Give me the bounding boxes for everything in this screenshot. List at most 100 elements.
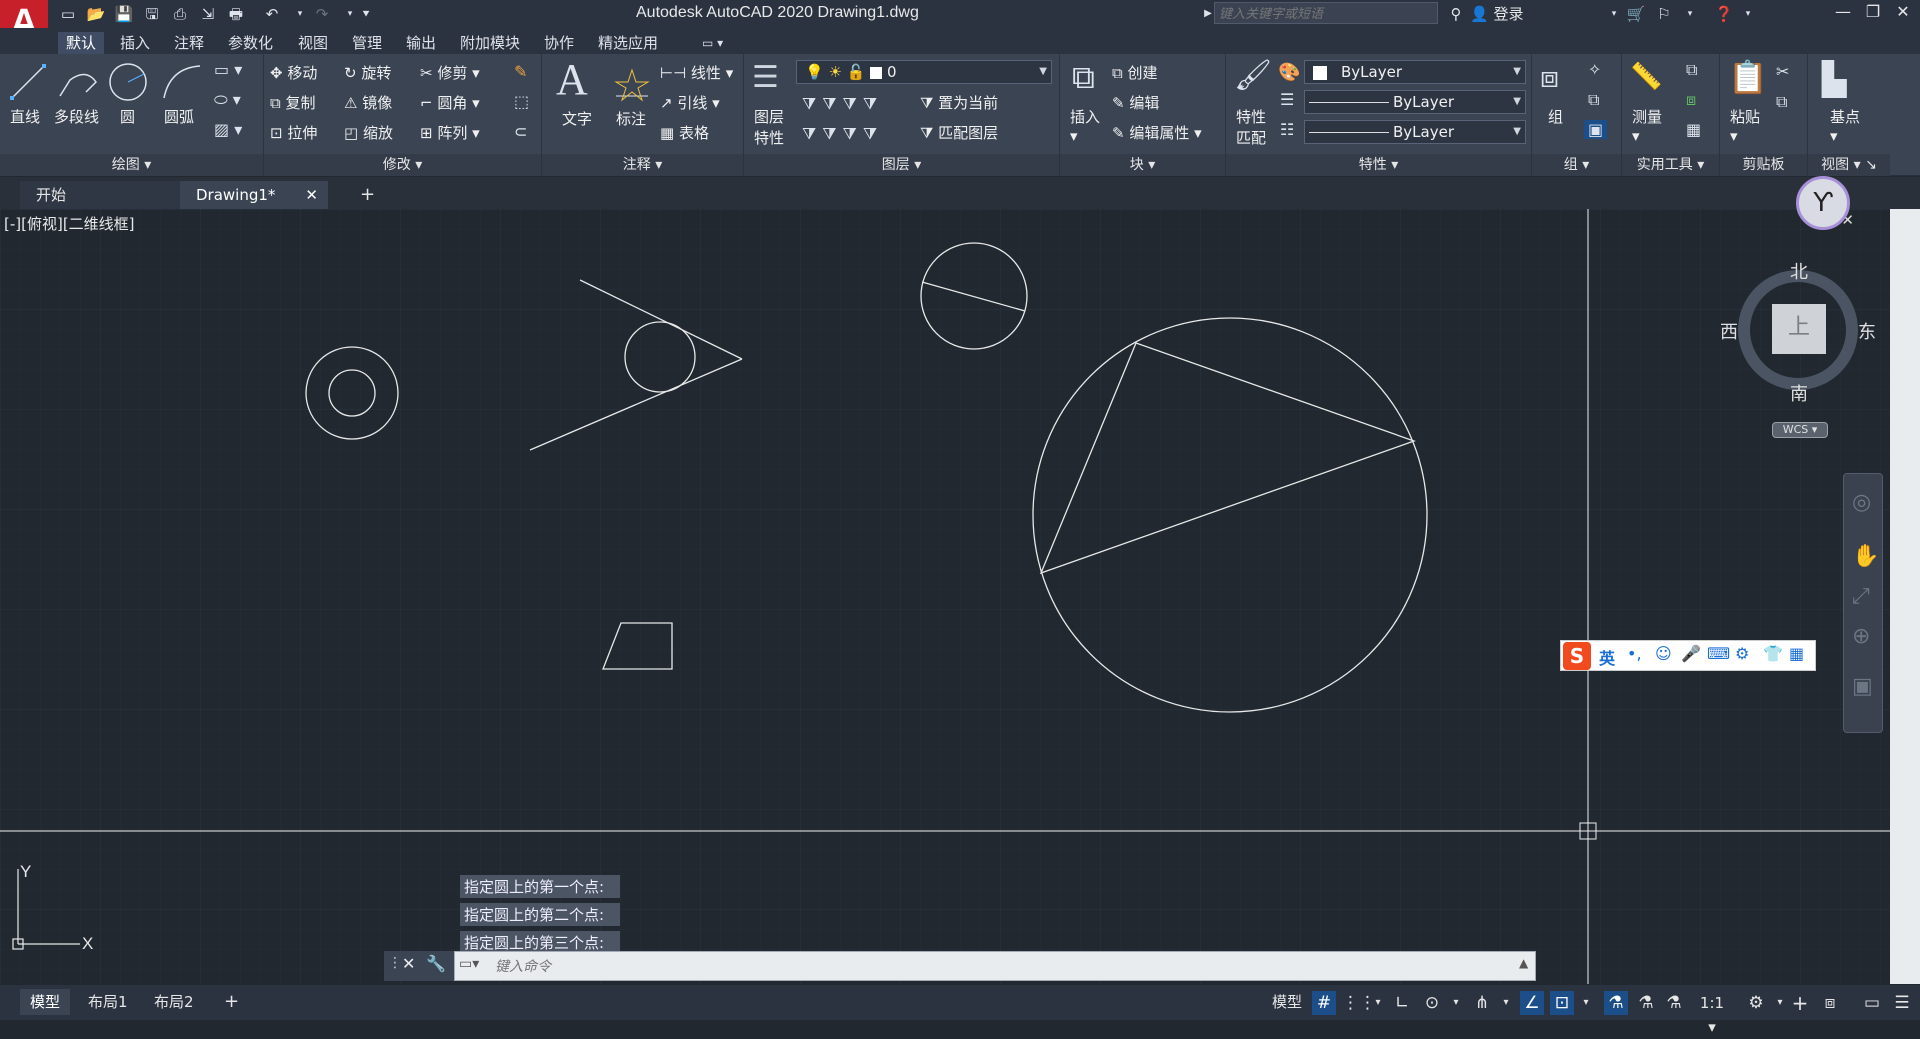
dimension-button[interactable]: 标注 (616, 108, 646, 129)
leader-button[interactable]: ↗ 引线 ▾ (660, 92, 720, 113)
ungroup-icon[interactable]: ✧ (1588, 60, 1601, 79)
login-dropdown-icon[interactable]: ▾ (1604, 4, 1624, 24)
object-snap-icon[interactable]: ⊡ (1550, 991, 1574, 1015)
table-button[interactable]: ▦ 表格 (660, 122, 709, 143)
offset-icon[interactable]: ⊂ (514, 122, 527, 141)
units-icon[interactable]: ⧈ (1818, 991, 1842, 1015)
layer-tools-row2-icon[interactable]: ⧩⧩⧩⧩ (802, 124, 883, 144)
plot-icon[interactable]: 🖶 (226, 4, 246, 24)
erase-icon[interactable]: ✎ (514, 62, 527, 81)
command-input[interactable] (495, 956, 1395, 978)
grid-display-icon[interactable]: # (1312, 991, 1336, 1015)
layout-tab-layout2[interactable]: 布局2 (144, 989, 204, 1015)
auto-scale-icon[interactable]: ⚗ (1634, 991, 1658, 1015)
stretch-button[interactable]: ⊡ 拉伸 (270, 122, 317, 143)
mirror-button[interactable]: ⚠ 镜像 (344, 92, 392, 113)
snap-mode-icon[interactable]: ⋮⋮ (1342, 991, 1376, 1015)
connect-dropdown-icon[interactable]: ▾ (1680, 4, 1700, 24)
command-prompt-icon[interactable]: ▭▾ (459, 956, 479, 972)
layers-panel-title[interactable]: 图层 ▾ (744, 154, 1059, 176)
annotation-visibility-icon[interactable]: ⚗ (1604, 991, 1628, 1015)
create-block-button[interactable]: ⧉ 创建 (1112, 62, 1158, 83)
polar-dropdown-icon[interactable]: ▾ (1444, 991, 1468, 1015)
viewcube[interactable]: 上 北 南 西 东 WCS ▾ (1720, 258, 1880, 438)
open-folder-icon[interactable]: 📂 (86, 4, 106, 24)
color-select[interactable]: ByLayer ▼ (1304, 60, 1526, 84)
tab-default[interactable]: 默认 (58, 32, 105, 54)
tab-start[interactable]: 开始 (20, 181, 180, 209)
ime-toolbox-icon[interactable]: ⚙ (1735, 644, 1749, 663)
measure-button[interactable]: 测量 ▾ (1632, 106, 1662, 145)
snap-dropdown-icon[interactable]: ▾ (1366, 991, 1390, 1015)
cart-icon[interactable]: 🛒 (1626, 4, 1646, 24)
explode-icon[interactable]: ⬚ (514, 92, 529, 111)
base-view-button[interactable]: 基点 ▾ (1830, 106, 1860, 145)
ime-menu-icon[interactable]: ▦ (1789, 644, 1804, 663)
sogou-logo-icon[interactable]: S (1563, 642, 1591, 670)
zoom-extents-icon[interactable]: ⤢ (1852, 584, 1870, 609)
undo-dropdown-icon[interactable]: ▾ (290, 4, 310, 24)
pan-icon[interactable]: ✋ (1852, 544, 1879, 569)
layer-tools-row1-icon[interactable]: ⧩⧩⧩⧩ (802, 94, 883, 114)
lineweight-select[interactable]: ByLayer ▼ (1304, 120, 1526, 144)
set-current-button[interactable]: ⧩ 置为当前 (920, 92, 998, 113)
cut-icon[interactable]: ✂ (1776, 62, 1789, 81)
redo-icon[interactable]: ↷ (312, 4, 332, 24)
viewport-controls[interactable]: [-][俯视][二维线框] (4, 213, 135, 234)
group-button[interactable]: 组 (1548, 106, 1563, 127)
connect-icon[interactable]: ⚐ (1654, 4, 1674, 24)
arc-button[interactable]: 圆弧 (164, 106, 194, 127)
draw-panel-title[interactable]: 绘图 ▾ (0, 154, 263, 176)
ortho-icon[interactable]: ∟ (1390, 991, 1414, 1015)
edit-attributes-button[interactable]: ✎ 编辑属性 ▾ (1112, 122, 1202, 143)
save-icon[interactable]: 💾 (114, 4, 134, 24)
workspace-gear-icon[interactable]: ⚙ (1744, 991, 1768, 1015)
group-edit-icon[interactable]: ⧉ (1588, 90, 1599, 110)
copy-clip-icon[interactable]: ⧉ (1776, 92, 1787, 112)
command-customize-icon[interactable]: 🔧 (426, 954, 446, 973)
trim-button[interactable]: ✂ 修剪 ▾ (420, 62, 480, 83)
layer-properties-button[interactable]: 图层 特性 (754, 106, 784, 148)
array-button[interactable]: ⊞ 阵列 ▾ (420, 122, 480, 143)
ime-skin-icon[interactable]: 👕 (1763, 644, 1783, 663)
object-snap-tracking-icon[interactable]: ∠ (1520, 991, 1544, 1015)
insert-button[interactable]: 插入 ▾ (1070, 106, 1100, 145)
drawing-canvas[interactable]: Y X [-][俯视][二维线框] ▭ ▫ ✕ (0, 209, 1890, 984)
view-panel-title[interactable]: 视图 ▾ ↘ (1808, 154, 1890, 176)
quick-select-icon[interactable]: ⧉ (1686, 60, 1697, 80)
customize-qat-icon[interactable]: ⯆ (356, 4, 376, 24)
clean-screen-icon[interactable]: ▭ (1860, 991, 1884, 1015)
web-mobile-icon[interactable]: ⎙ (170, 4, 190, 24)
annotation-monitor-icon[interactable]: + (1788, 991, 1812, 1015)
modify-panel-title[interactable]: 修改 ▾ (264, 154, 541, 176)
add-layout-icon[interactable]: + (214, 989, 249, 1015)
groups-panel-title[interactable]: 组 ▾ (1532, 154, 1621, 176)
showmotion-icon[interactable]: ▣ (1852, 674, 1873, 699)
select-all-icon[interactable]: ⧈ (1686, 90, 1696, 110)
move-button[interactable]: ✥ 移动 (270, 62, 317, 83)
minimize-icon[interactable]: — (1830, 2, 1856, 24)
ellipse-icon[interactable]: ⬭ ▾ (214, 90, 241, 110)
properties-panel-title[interactable]: 特性 ▾ (1226, 154, 1531, 176)
compass-east[interactable]: 东 (1858, 318, 1876, 344)
ime-keyboard-icon[interactable]: ⌨ (1707, 644, 1730, 663)
color-wheel-icon[interactable]: 🎨 (1278, 62, 1300, 83)
close-icon[interactable]: ✕ (1890, 2, 1916, 24)
paste-button[interactable]: 粘贴 ▾ (1730, 106, 1760, 145)
ime-language-toggle[interactable]: 英 (1599, 645, 1615, 669)
new-tab-icon[interactable]: + (344, 181, 375, 209)
tab-view[interactable]: 视图 (290, 32, 336, 54)
line-button[interactable]: 直线 (10, 106, 40, 127)
block-panel-title[interactable]: 块 ▾ (1060, 154, 1225, 176)
ime-voice-icon[interactable]: 🎤 (1681, 644, 1701, 663)
login-button[interactable]: 👤 登录 (1470, 3, 1523, 24)
layout-tab-layout1[interactable]: 布局1 (78, 989, 138, 1015)
ime-punctuation-icon[interactable]: •, (1627, 644, 1642, 663)
model-space-toggle[interactable]: 模型 (1262, 989, 1312, 1015)
vertical-scrollbar[interactable] (1890, 209, 1920, 984)
tab-insert[interactable]: 插入 (112, 32, 158, 54)
osnap-dropdown-icon[interactable]: ▾ (1574, 991, 1598, 1015)
fillet-button[interactable]: ⌐ 圆角 ▾ (420, 92, 480, 113)
ime-emoji-icon[interactable]: ☺ (1655, 644, 1672, 663)
undo-icon[interactable]: ↶ (262, 4, 282, 24)
